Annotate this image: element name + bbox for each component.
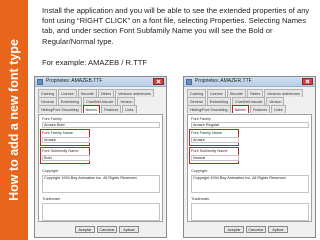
tab-bar: Caching License Sécurité Tables Versions…: [35, 87, 166, 114]
tab-license[interactable]: License: [207, 89, 226, 97]
font-file-icon: [186, 79, 192, 85]
accept-button[interactable]: Aceptar: [75, 226, 95, 233]
tab-bar: Caching License Sécurité Tables Versions…: [184, 87, 315, 114]
tab-caching[interactable]: Caching: [187, 89, 207, 97]
tab-tables[interactable]: Tables: [246, 89, 264, 97]
font-subfamily-value: Bold: [42, 155, 90, 161]
trademark-label: Trademark: [191, 197, 210, 201]
tab-version[interactable]: Version: [117, 97, 136, 105]
tab-hinting[interactable]: Hinting/Font Smoothing: [38, 105, 82, 113]
copyright-label: Copyright: [191, 169, 208, 173]
tab-versions[interactable]: Versions antérieures: [264, 89, 303, 97]
tab-hinting[interactable]: Hinting/Font Smoothing: [187, 105, 231, 113]
tab-tables[interactable]: Tables: [97, 89, 115, 97]
tab-general[interactable]: General: [187, 97, 206, 105]
font-subfamily-label: Font Subfamily Name: [42, 149, 79, 153]
instructions-paragraph: Install the application and you will be …: [42, 6, 310, 46]
tab-links[interactable]: Links: [271, 105, 286, 113]
font-family-value: Amaze Bold: [42, 122, 160, 128]
properties-dialog-bold: Proprietes: AMAZEB.TTF Caching License S…: [34, 76, 167, 238]
slide-title: How to add a new font type: [7, 39, 21, 201]
copyright-value: Copyright 1994 Bay Animation Inc. All Ri…: [42, 175, 160, 193]
tab-features[interactable]: Features: [100, 105, 122, 113]
trademark-value: [42, 203, 160, 221]
font-family-label: Font Family: [191, 117, 211, 121]
font-family-name-label: Font Family Name: [42, 131, 74, 135]
properties-dialog-regular: Proprietes: AMAZER.TTF Caching License S…: [183, 76, 316, 238]
copyright-value: Copyright 1994 Bay Animation Inc. All Ri…: [191, 175, 309, 193]
dialog-title: Proprietes: AMAZER.TTF: [195, 78, 252, 84]
font-family-value: Amaze Regular: [191, 122, 309, 128]
trademark-value: [191, 203, 309, 221]
dialog-buttons: Aceptar Cancelar Aplicar: [75, 226, 141, 233]
copyright-label: Copyright: [42, 169, 59, 173]
close-icon[interactable]: [302, 78, 313, 85]
font-subfamily-label: Font Subfamily Name: [191, 149, 228, 153]
font-family-name-value: Amaze: [191, 137, 239, 143]
tab-securite[interactable]: Sécurité: [226, 89, 246, 97]
dialog-title-bar: Proprietes: AMAZEB.TTF: [35, 77, 166, 87]
apply-button[interactable]: Aplicar: [119, 226, 139, 233]
dialog-title: Proprietes: AMAZEB.TTF: [46, 78, 103, 84]
trademark-label: Trademark: [42, 197, 61, 201]
tab-securite[interactable]: Sécurité: [77, 89, 97, 97]
tab-caching[interactable]: Caching: [38, 89, 58, 97]
accept-button[interactable]: Aceptar: [224, 226, 244, 233]
apply-button[interactable]: Aplicar: [268, 226, 288, 233]
tab-charset[interactable]: CharSet/Unicode: [231, 97, 266, 105]
font-file-icon: [37, 79, 43, 85]
tab-names[interactable]: Names: [231, 105, 249, 113]
tab-version[interactable]: Version: [266, 97, 285, 105]
tab-charset[interactable]: CharSet/Unicode: [82, 97, 117, 105]
cancel-button[interactable]: Cancelar: [246, 226, 266, 233]
font-family-name-label: Font Family Name: [191, 131, 223, 135]
example-line: For example: AMAZEB / R.TTF: [42, 58, 148, 67]
tab-general[interactable]: General: [38, 97, 57, 105]
tab-links[interactable]: Links: [122, 105, 137, 113]
side-title-bar: How to add a new font type: [0, 0, 28, 240]
font-subfamily-value: Normal: [191, 155, 239, 161]
font-family-name-value: Amaze: [42, 137, 90, 143]
cancel-button[interactable]: Cancelar: [97, 226, 117, 233]
font-family-label: Font Family: [42, 117, 62, 121]
tab-versions[interactable]: Versions antérieures: [115, 89, 154, 97]
dialog-buttons: Aceptar Cancelar Aplicar: [224, 226, 290, 233]
dialog-title-bar: Proprietes: AMAZER.TTF: [184, 77, 315, 87]
close-icon[interactable]: [153, 78, 164, 85]
tab-embedding[interactable]: Embedding: [206, 97, 231, 105]
names-panel: Font Family Amaze Regular Font Family Na…: [187, 114, 312, 222]
tab-embedding[interactable]: Embedding: [57, 97, 82, 105]
names-panel: Font Family Amaze Bold Font Family Name …: [38, 114, 163, 222]
tab-license[interactable]: License: [58, 89, 77, 97]
tab-names[interactable]: Names: [82, 105, 100, 113]
tab-features[interactable]: Features: [249, 105, 271, 113]
